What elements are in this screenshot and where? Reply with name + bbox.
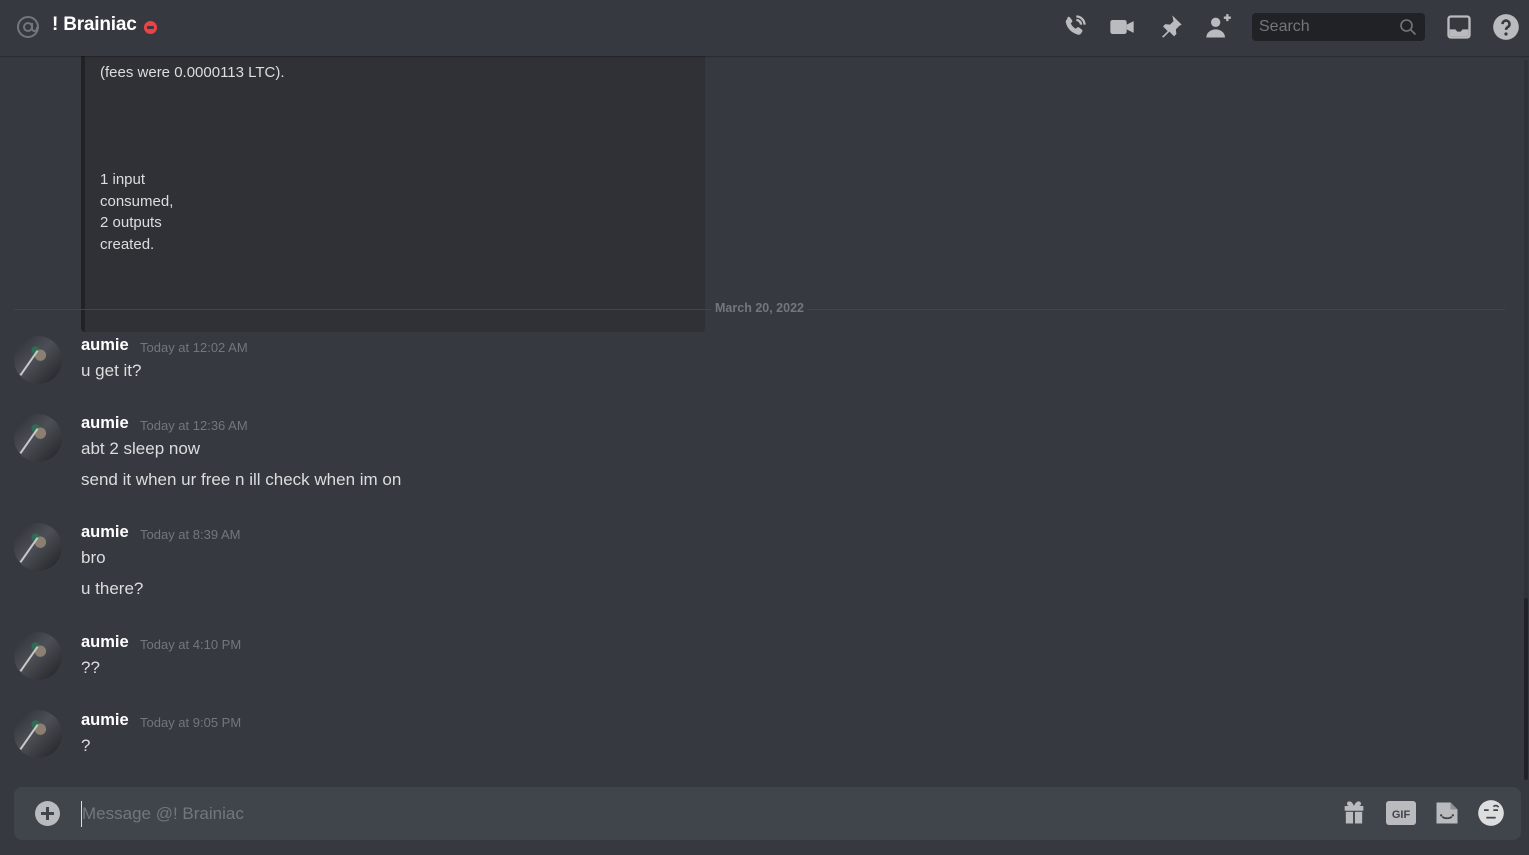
transaction-embed: (fees were 0.0000113 LTC). 1 input consu… <box>81 56 705 332</box>
emoji-icon[interactable] <box>1477 799 1505 827</box>
gif-label: GIF <box>1392 809 1411 821</box>
message-timestamp: Today at 4:10 PM <box>140 637 242 652</box>
message-author[interactable]: aumie <box>81 523 129 542</box>
message-text: u get it? <box>81 361 142 380</box>
embed-text: 2 outputs <box>100 214 162 231</box>
pinned-messages-icon[interactable] <box>1156 13 1184 41</box>
dnd-status-icon <box>144 21 157 34</box>
at-icon <box>16 15 40 39</box>
message-author[interactable]: aumie <box>81 711 129 730</box>
channel-header: ! Brainiac <box>0 0 1529 56</box>
sticker-icon[interactable] <box>1433 799 1461 827</box>
search-box[interactable] <box>1252 13 1425 41</box>
message-text: send it when ur free n ill check when im… <box>81 470 402 489</box>
message-text: ?? <box>81 658 100 677</box>
gif-icon[interactable]: GIF <box>1386 799 1416 827</box>
video-call-icon[interactable] <box>1108 13 1136 41</box>
message-text: u there? <box>81 579 144 598</box>
message-author[interactable]: aumie <box>81 414 129 433</box>
message-text: abt 2 sleep now <box>81 439 201 458</box>
attach-plus-icon[interactable] <box>35 801 60 826</box>
dm-recipient-name: ! Brainiac <box>52 14 137 35</box>
message-author[interactable]: aumie <box>81 633 129 652</box>
embed-text: 1 input <box>100 171 146 188</box>
avatar[interactable] <box>14 523 62 571</box>
message-composer: GIF <box>14 787 1521 840</box>
inbox-icon[interactable] <box>1445 13 1473 41</box>
message-timestamp: Today at 9:05 PM <box>140 715 242 730</box>
voice-call-icon[interactable] <box>1060 13 1088 41</box>
embed-text: (fees were 0.0000113 LTC). <box>100 64 285 81</box>
message-text: bro <box>81 548 106 567</box>
add-friend-icon[interactable] <box>1204 13 1232 41</box>
help-icon[interactable] <box>1492 13 1520 41</box>
date-divider: March 20, 2022 <box>14 301 1505 315</box>
embed-text: consumed, <box>100 193 174 210</box>
avatar[interactable] <box>14 710 62 758</box>
avatar[interactable] <box>14 632 62 680</box>
message-input[interactable] <box>81 801 1321 827</box>
dm-window: ! Brainiac (fees were 0.00001 <box>0 0 1529 855</box>
message-timestamp: Today at 8:39 AM <box>140 527 241 542</box>
embed-text: created. <box>100 236 155 253</box>
date-divider-label: March 20, 2022 <box>711 301 808 315</box>
gift-icon[interactable] <box>1340 799 1368 827</box>
search-input[interactable] <box>1252 13 1392 41</box>
search-icon <box>1399 18 1417 36</box>
message-author[interactable]: aumie <box>81 336 129 355</box>
message-timestamp: Today at 12:02 AM <box>140 340 248 355</box>
scrollbar-thumb[interactable] <box>1524 598 1528 780</box>
message-timestamp: Today at 12:36 AM <box>140 418 248 433</box>
avatar[interactable] <box>14 414 62 462</box>
message-text: ? <box>81 736 91 755</box>
avatar[interactable] <box>14 336 62 384</box>
message-list: (fees were 0.0000113 LTC). 1 input consu… <box>0 56 1529 785</box>
